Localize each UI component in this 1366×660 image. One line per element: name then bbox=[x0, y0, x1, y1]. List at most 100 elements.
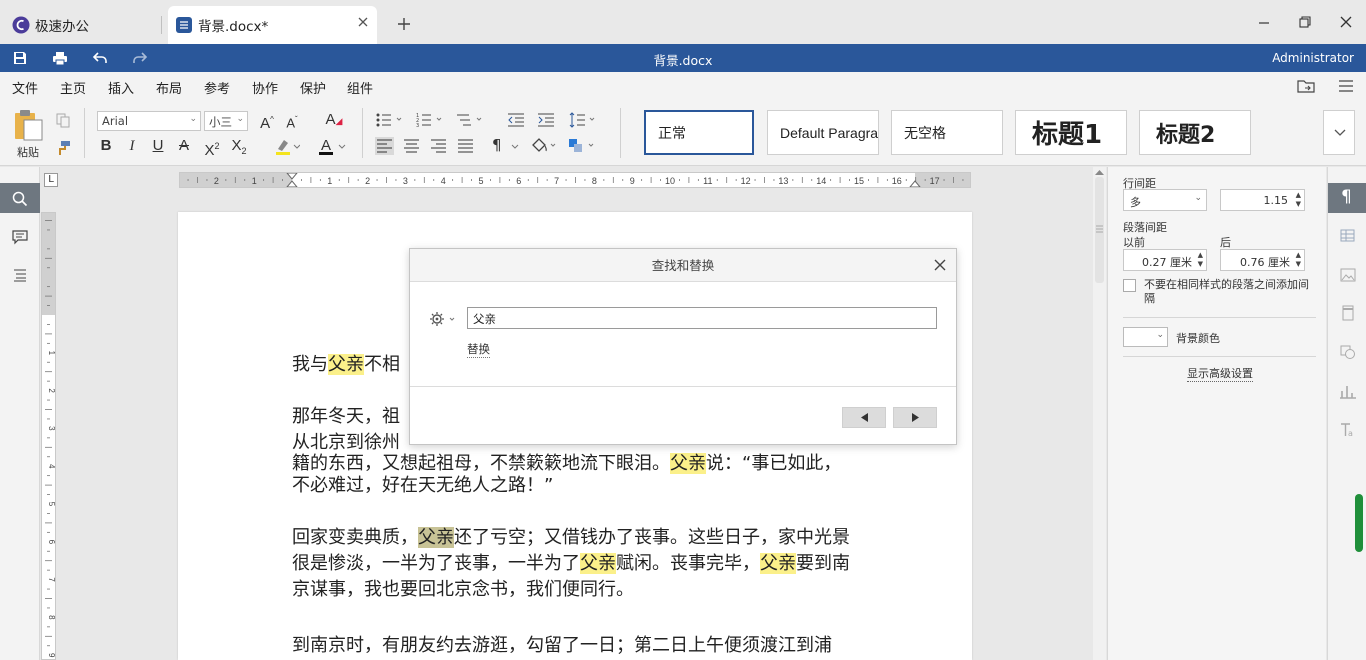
style-heading-1[interactable]: 标题1 bbox=[1015, 110, 1127, 155]
line-spacing-icon[interactable] bbox=[569, 112, 597, 128]
borders-icon[interactable] bbox=[568, 137, 596, 155]
dialog-title[interactable]: 查找和替换 bbox=[410, 249, 956, 282]
hamburger-menu-icon[interactable] bbox=[1338, 79, 1354, 93]
underline-icon[interactable]: U bbox=[149, 136, 167, 156]
new-tab-icon[interactable] bbox=[396, 16, 412, 32]
align-left-icon[interactable] bbox=[375, 137, 394, 155]
app-logo-icon bbox=[12, 16, 30, 34]
find-next-button[interactable] bbox=[893, 407, 937, 428]
document-line[interactable]: 很是惨淡，一半为了丧事，一半为了父亲赋闲。丧事完毕，父亲要到南 bbox=[292, 551, 932, 577]
comments-icon[interactable] bbox=[12, 229, 28, 245]
find-previous-button[interactable] bbox=[842, 407, 886, 428]
numbered-list-icon[interactable]: 123 bbox=[416, 112, 444, 128]
document-line[interactable]: 回家变卖典质，父亲还了亏空；又借钱办了丧事。这些日子，家中光景 bbox=[292, 525, 932, 551]
strikethrough-icon[interactable]: A bbox=[175, 136, 193, 156]
spacing-before-input[interactable]: 0.27 厘米 ▲ ▼ bbox=[1123, 249, 1207, 271]
ruler-number: 6 bbox=[516, 176, 521, 186]
no-space-checkbox[interactable] bbox=[1123, 279, 1136, 292]
decrease-indent-icon[interactable] bbox=[507, 112, 525, 128]
horizontal-ruler[interactable]: 2 1 1 2 3 4 5 6 7 8 9 10 11 12 13 14 15 16 17 bbox=[179, 172, 971, 188]
tab-document[interactable]: 背景.docx* bbox=[168, 6, 377, 44]
clear-format-icon[interactable]: A◢ bbox=[324, 110, 344, 131]
document-line[interactable]: 京谋事，我也要回北京念书，我们便同行。 bbox=[292, 577, 932, 603]
image-settings-icon[interactable] bbox=[1339, 266, 1357, 284]
increase-indent-icon[interactable] bbox=[537, 112, 555, 128]
style-heading-2[interactable]: 标题2 bbox=[1139, 110, 1251, 155]
copy-icon[interactable] bbox=[55, 112, 71, 128]
user-name[interactable]: Administrator bbox=[1272, 51, 1354, 65]
search-options-button[interactable] bbox=[429, 310, 459, 328]
background-color-picker[interactable]: ⌄ bbox=[1123, 327, 1168, 347]
find-input[interactable]: 父亲 bbox=[467, 307, 937, 329]
align-center-icon[interactable] bbox=[402, 137, 421, 155]
menu-insert[interactable]: 插入 bbox=[108, 78, 134, 97]
bold-icon[interactable]: B bbox=[97, 136, 115, 156]
document-line[interactable]: 到南京时，有朋友约去游逛，勾留了一日；第二日上午便须渡江到浦 bbox=[292, 633, 932, 659]
tab-home-app[interactable]: 极速办公 bbox=[0, 6, 160, 44]
close-tab-icon[interactable] bbox=[357, 16, 369, 28]
decrease-font-icon[interactable]: Aˇ bbox=[282, 110, 302, 133]
vertical-ruler[interactable]: 1 2 3 4 5 6 7 8 9 bbox=[41, 212, 56, 660]
paragraph-settings-button[interactable]: ¶ bbox=[1328, 183, 1366, 213]
menu-protect[interactable]: 保护 bbox=[300, 78, 326, 97]
line-spacing-mode-value: 多 bbox=[1130, 196, 1141, 209]
scrollbar-thumb[interactable] bbox=[1095, 177, 1104, 283]
font-color-icon[interactable]: A bbox=[318, 137, 346, 157]
menu-home[interactable]: 主页 bbox=[60, 78, 87, 102]
restore-icon[interactable] bbox=[1295, 12, 1315, 32]
menu-layout[interactable]: 布局 bbox=[156, 78, 182, 97]
header-footer-icon[interactable] bbox=[1339, 304, 1357, 322]
bullet-list-icon[interactable] bbox=[376, 112, 404, 128]
menu-plugins[interactable]: 组件 bbox=[347, 78, 373, 97]
vertical-scrollbar[interactable] bbox=[1093, 167, 1106, 660]
line-spacing-value-input[interactable]: 1.15 ▲ ▼ bbox=[1220, 189, 1305, 211]
replace-link[interactable]: 替换 bbox=[467, 341, 490, 358]
font-name-dropdown[interactable]: Arial ⌄ bbox=[97, 111, 201, 131]
spacing-after-value: 0.76 厘米 bbox=[1240, 256, 1290, 269]
advanced-settings-link[interactable]: 显示高级设置 bbox=[1187, 365, 1253, 382]
menu-collaborate[interactable]: 协作 bbox=[252, 78, 278, 97]
spinner-icon[interactable]: ▲ ▼ bbox=[1296, 191, 1301, 209]
style-normal[interactable]: 正常 bbox=[644, 110, 754, 155]
styles-expand-button[interactable] bbox=[1323, 110, 1355, 155]
spinner-icon[interactable]: ▲ ▼ bbox=[1296, 251, 1301, 269]
align-right-icon[interactable] bbox=[429, 137, 448, 155]
menu-bar: 文件 主页 插入 布局 参考 协作 保护 组件 bbox=[0, 72, 1366, 102]
paragraph-marks-icon[interactable]: ¶ bbox=[492, 136, 520, 155]
spinner-icon[interactable]: ▲ ▼ bbox=[1198, 251, 1203, 269]
paste-button[interactable]: 粘贴 bbox=[12, 108, 46, 160]
search-button[interactable] bbox=[0, 183, 40, 213]
close-dialog-icon[interactable] bbox=[933, 258, 947, 272]
spacing-after-input[interactable]: 0.76 厘米 ▲ ▼ bbox=[1220, 249, 1305, 271]
style-no-spacing[interactable]: 无空格 bbox=[891, 110, 1003, 155]
superscript-icon[interactable]: X2 bbox=[201, 136, 223, 161]
close-window-icon[interactable] bbox=[1336, 12, 1356, 32]
navigation-icon[interactable] bbox=[12, 267, 28, 283]
tab-bar: 极速办公 背景.docx* bbox=[0, 0, 1366, 44]
scroll-up-icon[interactable] bbox=[1095, 169, 1104, 175]
style-default-paragraph[interactable]: Default Paragraph bbox=[767, 110, 879, 155]
svg-text:3: 3 bbox=[416, 123, 419, 128]
increase-font-icon[interactable]: A^ bbox=[257, 110, 277, 134]
text-art-icon[interactable]: a bbox=[1339, 421, 1357, 439]
line-spacing-mode-dropdown[interactable]: 多 ⌄ bbox=[1123, 189, 1207, 211]
multilevel-list-icon[interactable] bbox=[456, 112, 484, 128]
italic-icon[interactable]: I bbox=[123, 136, 141, 156]
format-painter-icon[interactable] bbox=[55, 140, 71, 156]
font-size-dropdown[interactable]: 小三 ⌄ bbox=[204, 111, 248, 131]
tab-stop-selector[interactable]: L bbox=[44, 173, 58, 187]
highlight-color-icon[interactable] bbox=[274, 138, 300, 156]
open-file-location-icon[interactable] bbox=[1297, 78, 1315, 94]
justify-icon[interactable] bbox=[456, 137, 475, 155]
subscript-icon[interactable]: X2 bbox=[228, 136, 250, 161]
minimize-icon[interactable] bbox=[1254, 12, 1274, 32]
ruler-number: 5 bbox=[47, 502, 55, 507]
document-line[interactable]: 不必难过，好在天无绝人之路！” bbox=[292, 473, 932, 499]
menu-references[interactable]: 参考 bbox=[204, 78, 230, 97]
table-settings-icon[interactable] bbox=[1339, 227, 1357, 245]
dialog-divider bbox=[410, 386, 956, 387]
shape-settings-icon[interactable] bbox=[1339, 343, 1357, 361]
menu-file[interactable]: 文件 bbox=[12, 78, 38, 97]
shading-icon[interactable] bbox=[530, 137, 558, 155]
chart-settings-icon[interactable] bbox=[1339, 382, 1357, 400]
